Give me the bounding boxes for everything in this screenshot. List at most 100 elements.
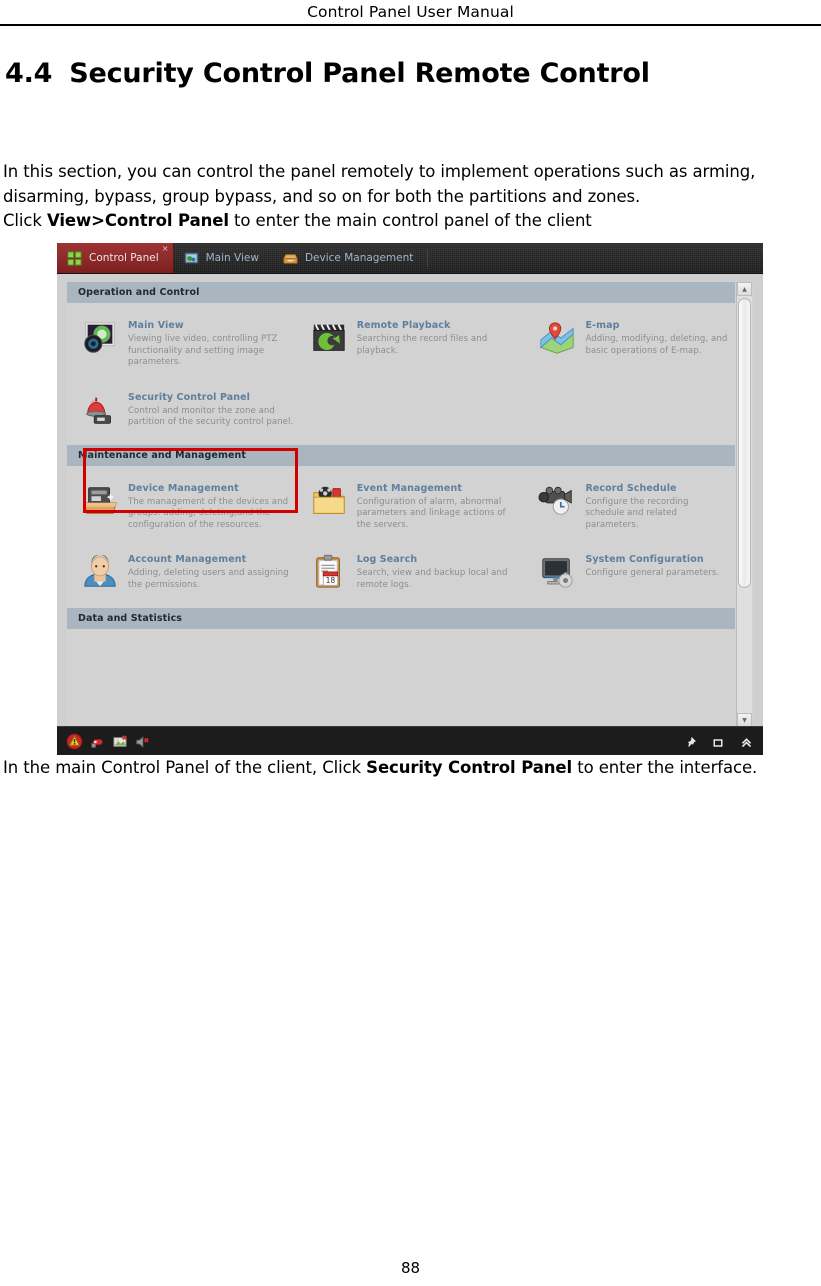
audio-alarm-icon[interactable] [135, 734, 149, 748]
scrollbar-thumb[interactable] [738, 298, 751, 588]
module-row: Device Management The management of the … [67, 466, 735, 538]
camcorder-clock-icon [538, 482, 576, 520]
module-device-management[interactable]: Device Management The management of the … [67, 477, 296, 538]
module-title: Account Management [128, 554, 247, 565]
intro-text: In this section, you can control the pan… [3, 162, 756, 206]
user-avatar-icon [81, 553, 119, 591]
caption-prefix: In the main Control Panel of the client,… [3, 758, 367, 777]
page-number: 88 [400, 1259, 421, 1277]
module-row: Main View Viewing live video, controllin… [67, 303, 735, 375]
caption-module-name: Security Control Panel [366, 758, 573, 777]
svg-text:18: 18 [325, 576, 335, 585]
media-folder-icon [310, 482, 348, 520]
alarm-warning-icon[interactable] [66, 732, 83, 750]
module-account-management[interactable]: Account Management Adding, deleting user… [67, 548, 296, 597]
tab-label: Device Management [304, 252, 414, 264]
module-description: Configuration of alarm, abnormal paramet… [356, 496, 506, 530]
module-text: Event Management Configuration of alarm,… [357, 482, 519, 532]
alarm-siren-icon [81, 391, 119, 429]
caption-suffix: to enter the interface. [572, 758, 758, 777]
module-text: Record Schedule Configure the recording … [585, 482, 729, 532]
maximize-icon[interactable] [712, 734, 726, 748]
module-description: Searching the record files and playback. [356, 334, 488, 356]
server-tray-icon [81, 482, 119, 520]
header-divider [0, 24, 821, 26]
module-text: System Configuration Configure general p… [585, 553, 719, 580]
module-text: Remote Playback Searching the record fil… [357, 319, 519, 357]
module-text: Device Management The management of the … [128, 482, 290, 532]
module-title: Device Management [128, 482, 239, 494]
tab-control-panel[interactable]: Control Panel × [57, 243, 174, 273]
module-main-view[interactable]: Main View Viewing live video, controllin… [67, 314, 296, 375]
scroll-up-button[interactable]: ▲ [737, 282, 752, 296]
scroll-down-button[interactable]: ▼ [737, 713, 752, 727]
module-description: Control and monitor the zone and partiti… [128, 405, 294, 428]
tab-label: Main View [205, 252, 259, 264]
client-application-screenshot: Control Panel × Main View Device Managem… [57, 243, 763, 755]
module-text: Account Management Adding, deleting user… [128, 553, 290, 591]
module-title: Log Search [356, 554, 418, 565]
chapter-title: Security Control Panel Remote Control [69, 58, 650, 89]
module-description: Adding, modifying, deleting, and basic o… [585, 334, 728, 356]
module-text: E-map Adding, modifying, deleting, and b… [585, 319, 729, 357]
control-panel-content: Operation and Control Main View Viewing … [67, 282, 753, 727]
module-row: Account Management Adding, deleting user… [67, 537, 735, 597]
module-remote-playback[interactable]: Remote Playback Searching the record fil… [296, 314, 525, 375]
module-description: The management of the devices and groups… [128, 496, 289, 530]
module-event-management[interactable]: Event Management Configuration of alarm,… [296, 477, 525, 538]
map-pin-icon [538, 319, 576, 357]
intro-click-prefix: Click [3, 211, 47, 230]
module-record-schedule[interactable]: Record Schedule Configure the recording … [524, 477, 735, 538]
monitor-icon [184, 251, 199, 266]
module-title: Security Control Panel [128, 391, 251, 403]
module-description: Configure general parameters. [585, 568, 720, 578]
clapboard-icon [310, 319, 348, 357]
clipboard-calendar-icon: 18 [310, 553, 348, 591]
intro-paragraph: In this section, you can control the pan… [3, 160, 819, 234]
module-title: Record Schedule [585, 482, 677, 494]
module-title: Remote Playback [356, 320, 451, 331]
close-icon[interactable]: × [162, 245, 169, 253]
module-system-configuration[interactable]: System Configuration Configure general p… [524, 548, 735, 597]
section-header-maintenance-and-management: Maintenance and Management [67, 444, 735, 466]
vertical-scrollbar[interactable]: ▲ ▼ [736, 282, 752, 727]
picture-alarm-icon[interactable] [113, 734, 127, 748]
module-text: Security Control Panel Control and monit… [128, 391, 311, 429]
module-description: Configure the recording schedule and rel… [585, 496, 689, 530]
page-title: 4.4 Security Control Panel Remote Contro… [5, 58, 650, 89]
module-title: E-map [585, 320, 620, 331]
section-header-operation-and-control: Operation and Control [67, 282, 735, 303]
client-body: Operation and Control Main View Viewing … [57, 274, 763, 727]
module-description: Adding, deleting users and assigning the… [128, 568, 289, 590]
caption-paragraph: In the main Control Panel of the client,… [3, 756, 819, 781]
module-e-map[interactable]: E-map Adding, modifying, deleting, and b… [524, 314, 735, 375]
grid-icon [67, 250, 82, 266]
intro-click-suffix: to enter the main control panel of the c… [228, 211, 592, 230]
status-bar-left-icons [66, 732, 149, 750]
pin-icon[interactable] [684, 734, 698, 748]
module-title: Event Management [356, 482, 462, 494]
module-description: Viewing live video, controlling PTZ func… [128, 334, 278, 367]
tab-device-management[interactable]: Device Management [273, 243, 427, 273]
status-bar [57, 726, 763, 755]
device-icon [283, 251, 298, 266]
intro-menu-path: View>Control Panel [46, 211, 229, 230]
module-text: Log Search Search, view and backup local… [357, 553, 519, 591]
tab-bar: Control Panel × Main View Device Managem… [57, 243, 763, 274]
alarm-event-icon[interactable] [91, 734, 105, 748]
section-header-data-and-statistics: Data and Statistics [67, 608, 735, 629]
collapse-up-icon[interactable] [740, 734, 754, 748]
camera-lens-icon [81, 319, 119, 357]
tab-main-view[interactable]: Main View [174, 243, 273, 273]
module-title: Main View [128, 320, 184, 331]
module-title: System Configuration [585, 554, 704, 565]
status-bar-right-icons [684, 734, 754, 748]
tab-divider [427, 249, 429, 267]
running-header: Control Panel User Manual [307, 3, 514, 21]
module-log-search[interactable]: 18 Log Search Search, view and backup lo… [296, 548, 525, 597]
module-security-control-panel[interactable]: Security Control Panel Control and monit… [67, 386, 317, 435]
chapter-number: 4.4 [5, 58, 53, 89]
module-text: Main View Viewing live video, controllin… [128, 319, 290, 369]
module-description: Search, view and backup local and remote… [356, 568, 508, 590]
tab-label: Control Panel [89, 252, 159, 264]
